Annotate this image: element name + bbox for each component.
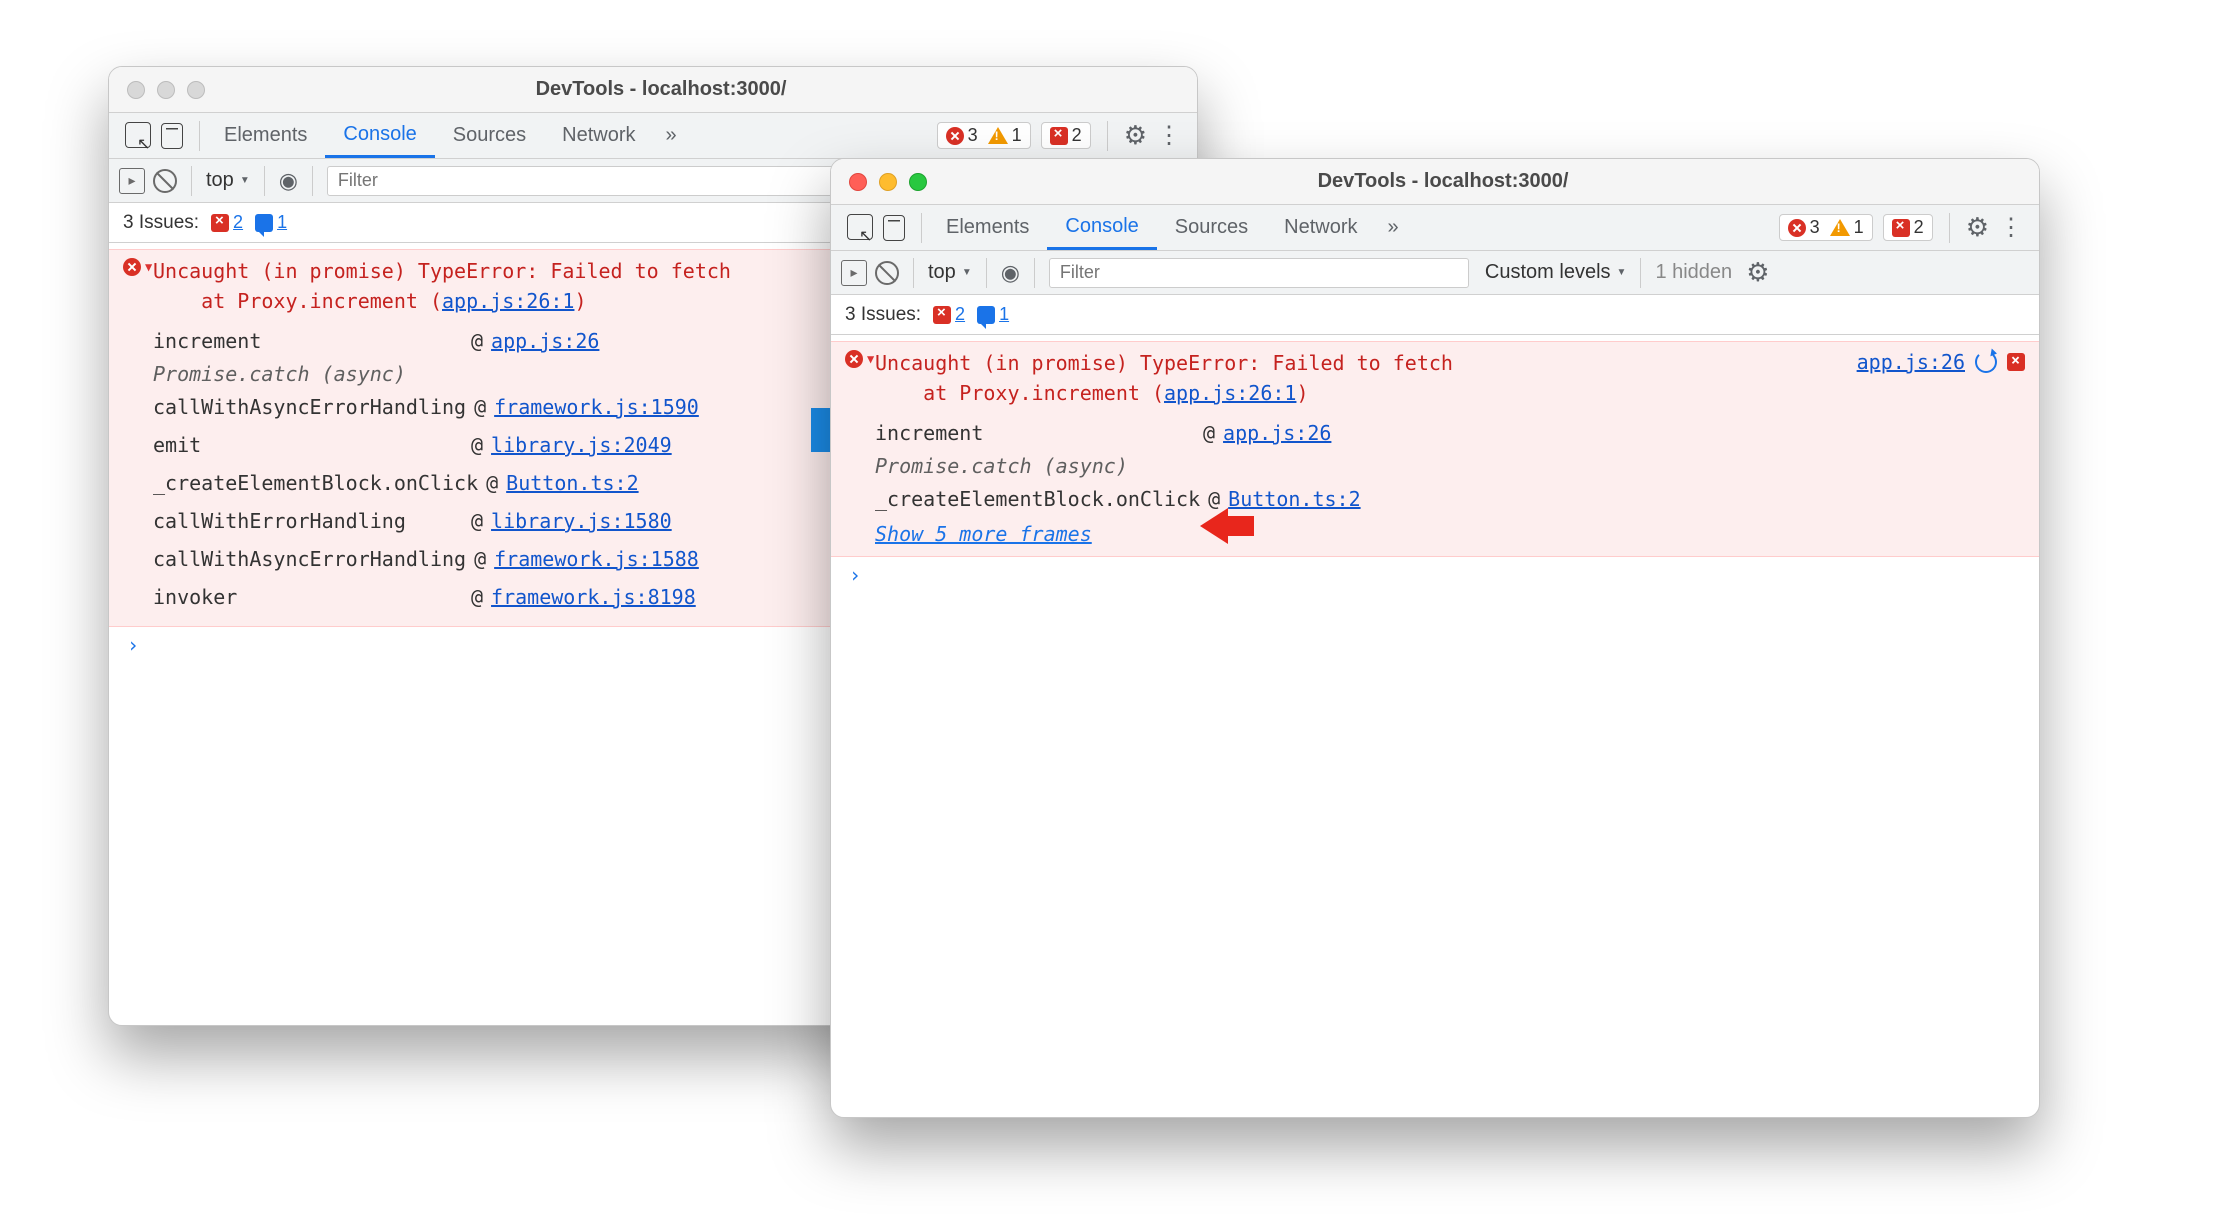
- disclosure-triangle-icon[interactable]: ▼: [867, 352, 874, 366]
- issues-label: 3 Issues:: [845, 304, 921, 326]
- context-dropdown[interactable]: top: [928, 261, 972, 284]
- traffic-min[interactable]: [157, 81, 175, 99]
- main-tabbar: ↖ Elements Console Sources Network » 3 1…: [831, 205, 2039, 251]
- device-toggle-icon[interactable]: [161, 123, 183, 149]
- toggle-drawer-icon[interactable]: ▸: [841, 260, 867, 286]
- inspect-icon[interactable]: ↖: [125, 122, 153, 150]
- source-link[interactable]: app.js:26: [491, 322, 599, 360]
- source-link[interactable]: app.js:26:1: [1164, 381, 1296, 405]
- issues-badge[interactable]: 2: [1041, 122, 1091, 149]
- live-expression-icon[interactable]: ◉: [1001, 260, 1020, 286]
- source-link[interactable]: app.js:26: [1223, 414, 1331, 452]
- flag-icon: [211, 214, 229, 232]
- show-more-frames-link[interactable]: Show 5 more frames: [875, 522, 1092, 546]
- traffic-max[interactable]: [187, 81, 205, 99]
- error-message: Uncaught (in promise) TypeError: Failed …: [875, 348, 2025, 408]
- source-link[interactable]: Button.ts:2: [506, 464, 638, 502]
- tab-elements[interactable]: Elements: [206, 113, 325, 158]
- error-icon: [123, 258, 141, 276]
- log-levels-dropdown[interactable]: Custom levels: [1485, 261, 1627, 284]
- flag-icon: [1050, 127, 1068, 145]
- gear-icon[interactable]: [1966, 212, 1989, 243]
- source-link[interactable]: app.js:26: [1857, 350, 1965, 374]
- error-icon: [1788, 219, 1806, 237]
- kebab-icon[interactable]: [1999, 213, 2023, 242]
- filter-input[interactable]: [1049, 258, 1469, 288]
- source-link[interactable]: app.js:26:1: [442, 289, 574, 313]
- source-link[interactable]: framework.js:1588: [494, 540, 699, 578]
- tab-sources[interactable]: Sources: [1157, 205, 1266, 250]
- inspect-icon[interactable]: ↖: [847, 214, 875, 242]
- warning-icon: [988, 127, 1008, 144]
- source-link[interactable]: framework.js:1590: [494, 388, 699, 426]
- issues-label: 3 Issues:: [123, 212, 199, 234]
- main-tabbar: ↖ Elements Console Sources Network » 3 1…: [109, 113, 1197, 159]
- error-icon: [845, 350, 863, 368]
- tab-console[interactable]: Console: [1047, 205, 1156, 250]
- source-link[interactable]: framework.js:8198: [491, 578, 696, 616]
- console-error-entry[interactable]: ▼ app.js:26 Uncaught (in promise) TypeEr…: [831, 341, 2039, 557]
- kebab-icon[interactable]: [1157, 121, 1181, 150]
- source-link[interactable]: library.js:1580: [491, 502, 672, 540]
- disclosure-triangle-icon[interactable]: ▼: [145, 260, 152, 274]
- traffic-close[interactable]: [849, 173, 867, 191]
- devtools-window-after: DevTools - localhost:3000/ ↖ Elements Co…: [830, 158, 2040, 1118]
- context-dropdown[interactable]: top: [206, 169, 250, 192]
- issues-bar[interactable]: 3 Issues: 2 1: [831, 295, 2039, 335]
- titlebar[interactable]: DevTools - localhost:3000/: [831, 159, 2039, 205]
- flag-icon[interactable]: [2007, 353, 2025, 371]
- async-boundary: Promise.catch (async): [875, 454, 2025, 478]
- flag-icon: [933, 306, 951, 324]
- device-toggle-icon[interactable]: [883, 215, 905, 241]
- tab-sources[interactable]: Sources: [435, 113, 544, 158]
- traffic-close[interactable]: [127, 81, 145, 99]
- flag-icon: [1892, 219, 1910, 237]
- console-toolbar: ▸ top ◉ Custom levels 1 hidden: [831, 251, 2039, 295]
- clear-console-icon[interactable]: [875, 261, 899, 285]
- restart-frame-icon[interactable]: [1975, 351, 1997, 373]
- source-link[interactable]: library.js:2049: [491, 426, 672, 464]
- console-output: ▼ app.js:26 Uncaught (in promise) TypeEr…: [831, 335, 2039, 593]
- tabs-overflow[interactable]: »: [654, 113, 689, 158]
- window-title: DevTools - localhost:3000/: [223, 78, 1099, 101]
- live-expression-icon[interactable]: ◉: [279, 168, 298, 194]
- source-link[interactable]: Button.ts:2: [1228, 480, 1360, 518]
- traffic-min[interactable]: [879, 173, 897, 191]
- tab-network[interactable]: Network: [1266, 205, 1375, 250]
- warning-icon: [1830, 219, 1850, 236]
- tab-elements[interactable]: Elements: [928, 205, 1047, 250]
- window-title: DevTools - localhost:3000/: [945, 170, 1941, 193]
- hidden-count[interactable]: 1 hidden: [1655, 261, 1732, 284]
- titlebar[interactable]: DevTools - localhost:3000/: [109, 67, 1197, 113]
- stack-trace: increment@ app.js:26 Promise.catch (asyn…: [875, 414, 2025, 546]
- chat-icon: [255, 214, 273, 232]
- traffic-max[interactable]: [909, 173, 927, 191]
- clear-console-icon[interactable]: [153, 169, 177, 193]
- gear-icon[interactable]: [1124, 120, 1147, 151]
- stack-frame: increment@ app.js:26: [875, 414, 2025, 452]
- stack-frame: _createElementBlock.onClick@ Button.ts:2: [875, 480, 2025, 518]
- issues-badge[interactable]: 2: [1883, 214, 1933, 241]
- error-warning-badge[interactable]: 3 1: [1779, 214, 1873, 241]
- toggle-drawer-icon[interactable]: ▸: [119, 168, 145, 194]
- error-warning-badge[interactable]: 3 1: [937, 122, 1031, 149]
- tab-network[interactable]: Network: [544, 113, 653, 158]
- error-icon: [946, 127, 964, 145]
- tabs-overflow[interactable]: »: [1376, 205, 1411, 250]
- highlight-arrow-icon: [1200, 508, 1228, 544]
- chat-icon: [977, 306, 995, 324]
- tab-console[interactable]: Console: [325, 113, 434, 158]
- console-settings-icon[interactable]: [1746, 257, 1769, 288]
- console-prompt[interactable]: ›: [831, 557, 2039, 593]
